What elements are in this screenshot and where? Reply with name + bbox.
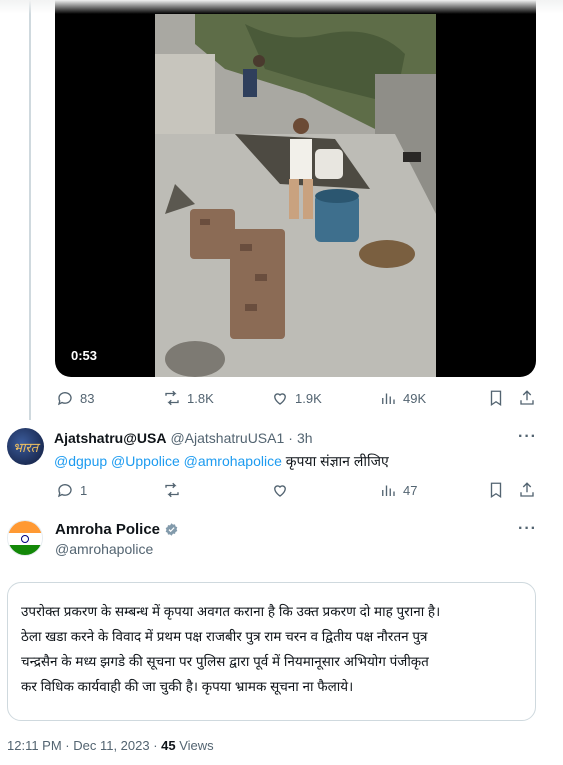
reply-text: @dgpup @Uppolice @amrohapolice कृपया संज… xyxy=(54,452,389,471)
mention-link[interactable]: @Uppolice xyxy=(111,453,180,469)
tweet-text-line: उपरोक्त प्रकरण के सम्बन्ध में कृपया अवगत… xyxy=(21,604,441,619)
repost-button[interactable]: 1.8K xyxy=(163,389,214,407)
reply-header: Ajatshatru@USA @AjatshatruUSA1 · 3h xyxy=(54,430,313,446)
reply-button[interactable]: 1 xyxy=(56,481,87,499)
mention-link[interactable]: @amrohapolice xyxy=(184,453,282,469)
repost-button[interactable] xyxy=(163,481,181,499)
views-button[interactable]: 49K xyxy=(379,389,426,407)
reply-action-bar: 1 47 xyxy=(52,480,542,500)
like-count: 1.9K xyxy=(295,390,322,406)
views-count: 45 xyxy=(161,738,176,753)
like-button[interactable] xyxy=(271,481,289,499)
verified-badge-icon xyxy=(165,523,178,536)
tweet-text-line: ठेला खडा करने के विवाद में प्रथम पक्ष रा… xyxy=(21,629,428,644)
reply-author-name[interactable]: Ajatshatru@USA xyxy=(54,430,166,446)
like-button[interactable]: 1.9K xyxy=(271,389,322,407)
more-options-button[interactable]: ··· xyxy=(518,428,537,446)
tweet-text: उपरोक्त प्रकरण के सम्बन्ध में कृपया अवगत… xyxy=(7,582,536,721)
thread-connector-line xyxy=(29,0,31,420)
views-count: 47 xyxy=(403,482,418,498)
views-button[interactable]: 47 xyxy=(379,481,417,499)
repost-icon xyxy=(165,390,179,406)
author-handle[interactable]: @amrohapolice xyxy=(55,541,153,557)
views-count: 49K xyxy=(403,390,427,406)
views-label: Views xyxy=(175,738,214,753)
tweet-metadata: 12:11 PM · Dec 11, 2023 · 45 Views xyxy=(7,738,214,753)
reply-icon xyxy=(57,484,72,498)
avatar-text: भारत xyxy=(12,440,39,456)
reply-author-avatar[interactable]: भारत xyxy=(7,428,44,465)
mention-link[interactable]: @dgpup xyxy=(54,453,107,469)
share-icon xyxy=(520,390,534,405)
share-icon xyxy=(520,482,534,497)
share-button[interactable] xyxy=(518,481,536,499)
reply-time[interactable]: 3h xyxy=(297,430,313,446)
tweet-action-bar: 83 1.8K 1.9K 49K xyxy=(52,388,542,408)
author-name[interactable]: Amroha Police xyxy=(55,521,160,538)
repost-icon xyxy=(165,482,179,498)
tweet-text-line: कर विधिक कार्यवाही की जा चुकी है। कृपया … xyxy=(21,679,354,694)
ashoka-chakra-icon xyxy=(21,535,29,543)
video-still-image xyxy=(155,14,436,377)
tweet-text-line: चन्द्रसैन के मध्य झगडे की सूचना पर पुलिस… xyxy=(21,654,429,669)
author-name-row: Amroha Police xyxy=(55,521,179,538)
views-chart-icon xyxy=(382,393,395,404)
heart-icon xyxy=(274,485,286,497)
heart-icon xyxy=(274,393,286,405)
more-options-button[interactable]: ··· xyxy=(518,520,537,538)
bookmark-button[interactable] xyxy=(487,481,505,499)
bookmark-icon xyxy=(490,390,502,407)
views-chart-icon xyxy=(382,485,395,496)
video-player[interactable]: 0:53 xyxy=(55,0,536,377)
repost-count: 1.8K xyxy=(187,390,214,406)
bookmark-button[interactable] xyxy=(487,389,505,407)
reply-body: कृपया संज्ञान लीजिए xyxy=(285,453,389,469)
reply-button[interactable]: 83 xyxy=(56,389,94,407)
reply-icon xyxy=(57,392,72,406)
author-avatar[interactable] xyxy=(7,520,43,556)
tweet-timestamp[interactable]: 12:11 PM · Dec 11, 2023 · xyxy=(7,738,161,753)
video-frame xyxy=(155,14,436,377)
reply-author-handle[interactable]: @AjatshatruUSA1 xyxy=(170,430,284,446)
reply-count: 1 xyxy=(80,482,88,498)
video-duration: 0:53 xyxy=(67,346,102,365)
bookmark-icon xyxy=(490,482,502,499)
share-button[interactable] xyxy=(518,389,536,407)
dot-separator: · xyxy=(288,430,293,446)
reply-count: 83 xyxy=(80,390,95,406)
